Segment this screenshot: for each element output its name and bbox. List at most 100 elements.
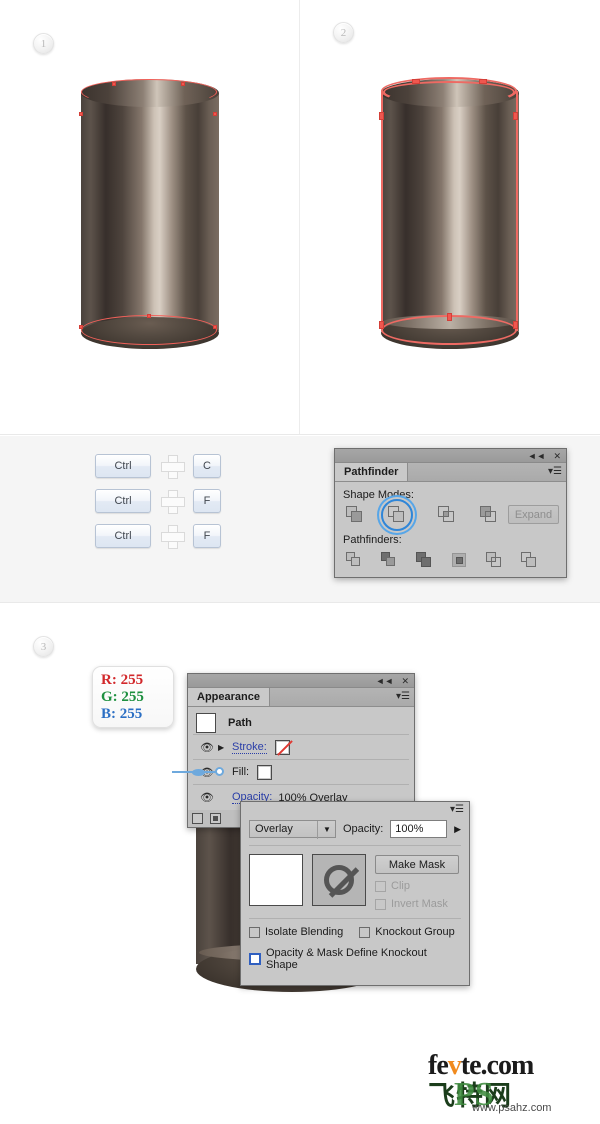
tab-pathfinder[interactable]: Pathfinder — [335, 463, 409, 481]
panel-menu-icon[interactable]: ▾☰ — [548, 466, 562, 478]
transparency-panel: ▾☰ Overlay ▼ Opacity: 100% ▶ Make Mask C… — [240, 801, 470, 986]
collapse-icon[interactable]: ◄◄ — [376, 674, 394, 688]
pathfinder-minus-back-button[interactable] — [521, 552, 539, 570]
crop-icon — [451, 552, 469, 570]
blend-mode-select[interactable]: Overlay ▼ — [249, 820, 336, 839]
invert-mask-label: Invert Mask — [391, 898, 448, 910]
key-f[interactable]: F — [193, 524, 221, 548]
minus-back-icon — [521, 552, 539, 570]
chevron-down-icon[interactable]: ▼ — [317, 821, 331, 839]
section-divider — [0, 434, 600, 435]
mask-row: Make Mask Clip Invert Mask — [249, 845, 461, 910]
shortcut-row: Ctrl F — [95, 489, 221, 514]
watermark: fevte.com 飞特网 PS www.psahz.com — [428, 1050, 598, 1114]
anchor-point — [447, 313, 452, 321]
divide-icon — [346, 552, 364, 570]
close-icon[interactable]: ✕ — [401, 674, 409, 688]
pathfinder-trim-button[interactable] — [381, 552, 399, 570]
key-ctrl[interactable]: Ctrl — [95, 524, 151, 548]
invert-mask-checkbox[interactable] — [375, 898, 386, 910]
knockout-group-checkbox[interactable] — [359, 926, 371, 938]
isolate-blending-row[interactable]: Isolate Blending — [249, 926, 343, 938]
pathfinder-crop-button[interactable] — [451, 552, 469, 570]
cylinder-top-inner-path — [383, 81, 515, 103]
artwork-thumbnail[interactable] — [249, 854, 303, 906]
clear-appearance-icon[interactable] — [210, 813, 221, 824]
new-art-icon[interactable] — [192, 813, 203, 824]
panel-titlebar[interactable]: ◄◄ ✕ — [335, 449, 566, 463]
knockout-shape-checkbox[interactable] — [249, 953, 261, 965]
shape-mode-unite-button[interactable] — [346, 505, 364, 524]
blend-mode-value: Overlay — [255, 823, 293, 835]
step-badge-1: 1 — [33, 33, 54, 54]
anchor-point — [513, 321, 518, 329]
anchor-point — [379, 112, 384, 120]
panel-tabbar: Appearance ▾☰ — [188, 688, 414, 707]
clip-checkbox-row[interactable]: Clip — [375, 880, 459, 892]
shortcut-row: Ctrl C — [95, 454, 221, 479]
panel-menu-icon[interactable]: ▾☰ — [396, 691, 410, 703]
shape-modes-row: Expand — [342, 498, 559, 531]
knockout-row-1: Isolate Blending Knockout Group — [249, 926, 461, 944]
section-divider — [0, 602, 600, 603]
key-c[interactable]: C — [193, 454, 221, 478]
panel-menu-icon[interactable]: ▾☰ — [450, 804, 464, 816]
cylinder-body — [381, 93, 519, 331]
collapse-icon[interactable]: ◄◄ — [528, 449, 546, 463]
make-mask-button[interactable]: Make Mask — [375, 855, 459, 874]
appearance-row-stroke[interactable]: 👁 ▶ Stroke: — [193, 735, 409, 760]
mask-thumbnail[interactable] — [312, 854, 366, 906]
panel-tabbar: Pathfinder ▾☰ — [335, 463, 566, 482]
step-badge-3: 3 — [33, 636, 54, 657]
cylinder-bottom-path — [81, 315, 217, 345]
panel-titlebar[interactable]: ◄◄ ✕ — [188, 674, 414, 688]
isolate-blending-checkbox[interactable] — [249, 926, 260, 938]
canvas-step-2: 2 — [300, 0, 600, 435]
anchor-point — [213, 325, 217, 329]
appearance-item-path[interactable]: Path — [193, 711, 409, 735]
path-label: Path — [228, 716, 252, 729]
anchor-point — [513, 112, 518, 120]
appearance-row-fill[interactable]: 👁 Fill: — [193, 760, 409, 785]
knockout-group-label: Knockout Group — [375, 926, 455, 938]
blend-opacity-row: Overlay ▼ Opacity: 100% ▶ — [249, 820, 461, 839]
keyboard-shortcut-list: Ctrl C Ctrl F Ctrl F — [95, 454, 221, 559]
stroke-swatch[interactable] — [274, 739, 290, 755]
expand-button[interactable]: Expand — [508, 505, 559, 524]
isolate-blending-label: Isolate Blending — [265, 926, 344, 938]
fill-swatch[interactable] — [257, 764, 273, 780]
chevron-right-icon[interactable]: ▶ — [218, 743, 232, 752]
key-ctrl[interactable]: Ctrl — [95, 454, 151, 478]
shape-mode-exclude-button[interactable] — [480, 505, 498, 524]
no-mask-icon — [324, 865, 354, 895]
minus-front-icon — [388, 505, 406, 524]
unite-icon — [346, 505, 364, 524]
pathfinder-divide-button[interactable] — [346, 552, 364, 570]
plus-icon — [161, 490, 185, 514]
knockout-group-row[interactable]: Knockout Group — [359, 926, 455, 938]
visibility-eye-icon[interactable]: 👁 — [196, 791, 218, 804]
stroke-label[interactable]: Stroke: — [232, 741, 267, 754]
opacity-input[interactable]: 100% — [390, 820, 448, 838]
pathfinder-merge-button[interactable] — [416, 552, 434, 570]
shortcut-row: Ctrl F — [95, 524, 221, 549]
key-f[interactable]: F — [193, 489, 221, 513]
clip-checkbox[interactable] — [375, 880, 386, 892]
key-ctrl[interactable]: Ctrl — [95, 489, 151, 513]
fill-label[interactable]: Fill: — [232, 766, 249, 778]
shape-modes-label: Shape Modes: — [343, 489, 414, 501]
anchor-point — [112, 82, 116, 86]
shape-mode-intersect-button[interactable] — [438, 505, 456, 524]
pathfinder-outline-button[interactable] — [486, 552, 504, 570]
anchor-point — [79, 112, 83, 116]
close-icon[interactable]: ✕ — [553, 449, 561, 463]
shape-mode-minus-front-button[interactable] — [381, 498, 413, 531]
shortcut-and-pathfinder-section: Ctrl C Ctrl F Ctrl F ◄◄ ✕ Pathfinder ▾☰ — [0, 436, 600, 603]
pathfinder-panel: ◄◄ ✕ Pathfinder ▾☰ Shape Modes: Expand P… — [334, 448, 567, 578]
visibility-eye-icon[interactable]: 👁 — [196, 741, 218, 754]
knockout-shape-row[interactable]: Opacity & Mask Define Knockout Shape — [249, 947, 461, 971]
tab-appearance[interactable]: Appearance — [188, 688, 270, 706]
play-right-icon[interactable]: ▶ — [454, 824, 461, 835]
mask-controls: Make Mask Clip Invert Mask — [375, 854, 459, 910]
invert-mask-checkbox-row[interactable]: Invert Mask — [375, 898, 459, 910]
